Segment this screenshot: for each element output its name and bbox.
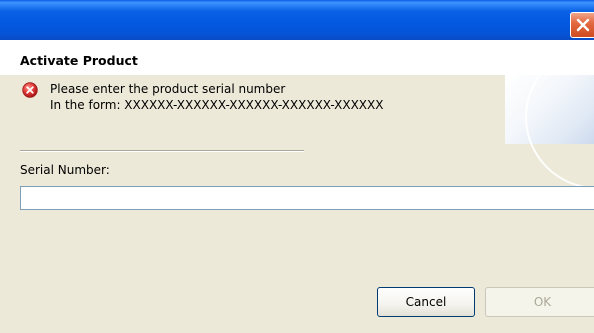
banner-graphic [505,45,594,189]
separator [20,150,304,152]
close-button[interactable] [570,12,594,38]
serial-number-input[interactable] [20,186,594,210]
error-icon [22,82,38,98]
close-icon [576,18,590,32]
cancel-button[interactable]: Cancel [377,287,475,317]
message-line-1: Please enter the product serial number [50,82,286,96]
ok-button[interactable]: OK [485,287,594,317]
activate-product-dialog: Activate Product Please enter the produc… [0,0,594,333]
serial-number-label: Serial Number: [20,163,110,177]
title-bar[interactable] [0,0,594,40]
dialog-banner: Activate Product Please enter the produc… [0,40,594,189]
dialog-title: Activate Product [20,53,138,68]
message-line-2: In the form: XXXXXX-XXXXXX-XXXXXX-XXXXXX… [50,98,384,112]
